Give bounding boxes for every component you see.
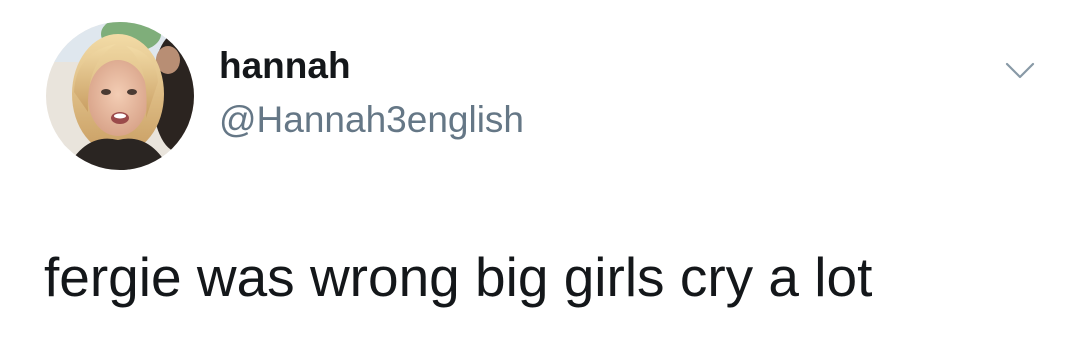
tweet-text: fergie was wrong big girls cry a lot	[44, 246, 873, 308]
avatar[interactable]	[46, 22, 194, 170]
profile-photo-icon	[46, 22, 194, 170]
display-name[interactable]: hannah	[219, 44, 351, 88]
chevron-down-icon[interactable]	[1000, 56, 1040, 86]
username-handle[interactable]: @Hannah3english	[219, 98, 524, 142]
tweet-card: hannah @Hannah3english fergie was wrong …	[0, 0, 1080, 360]
